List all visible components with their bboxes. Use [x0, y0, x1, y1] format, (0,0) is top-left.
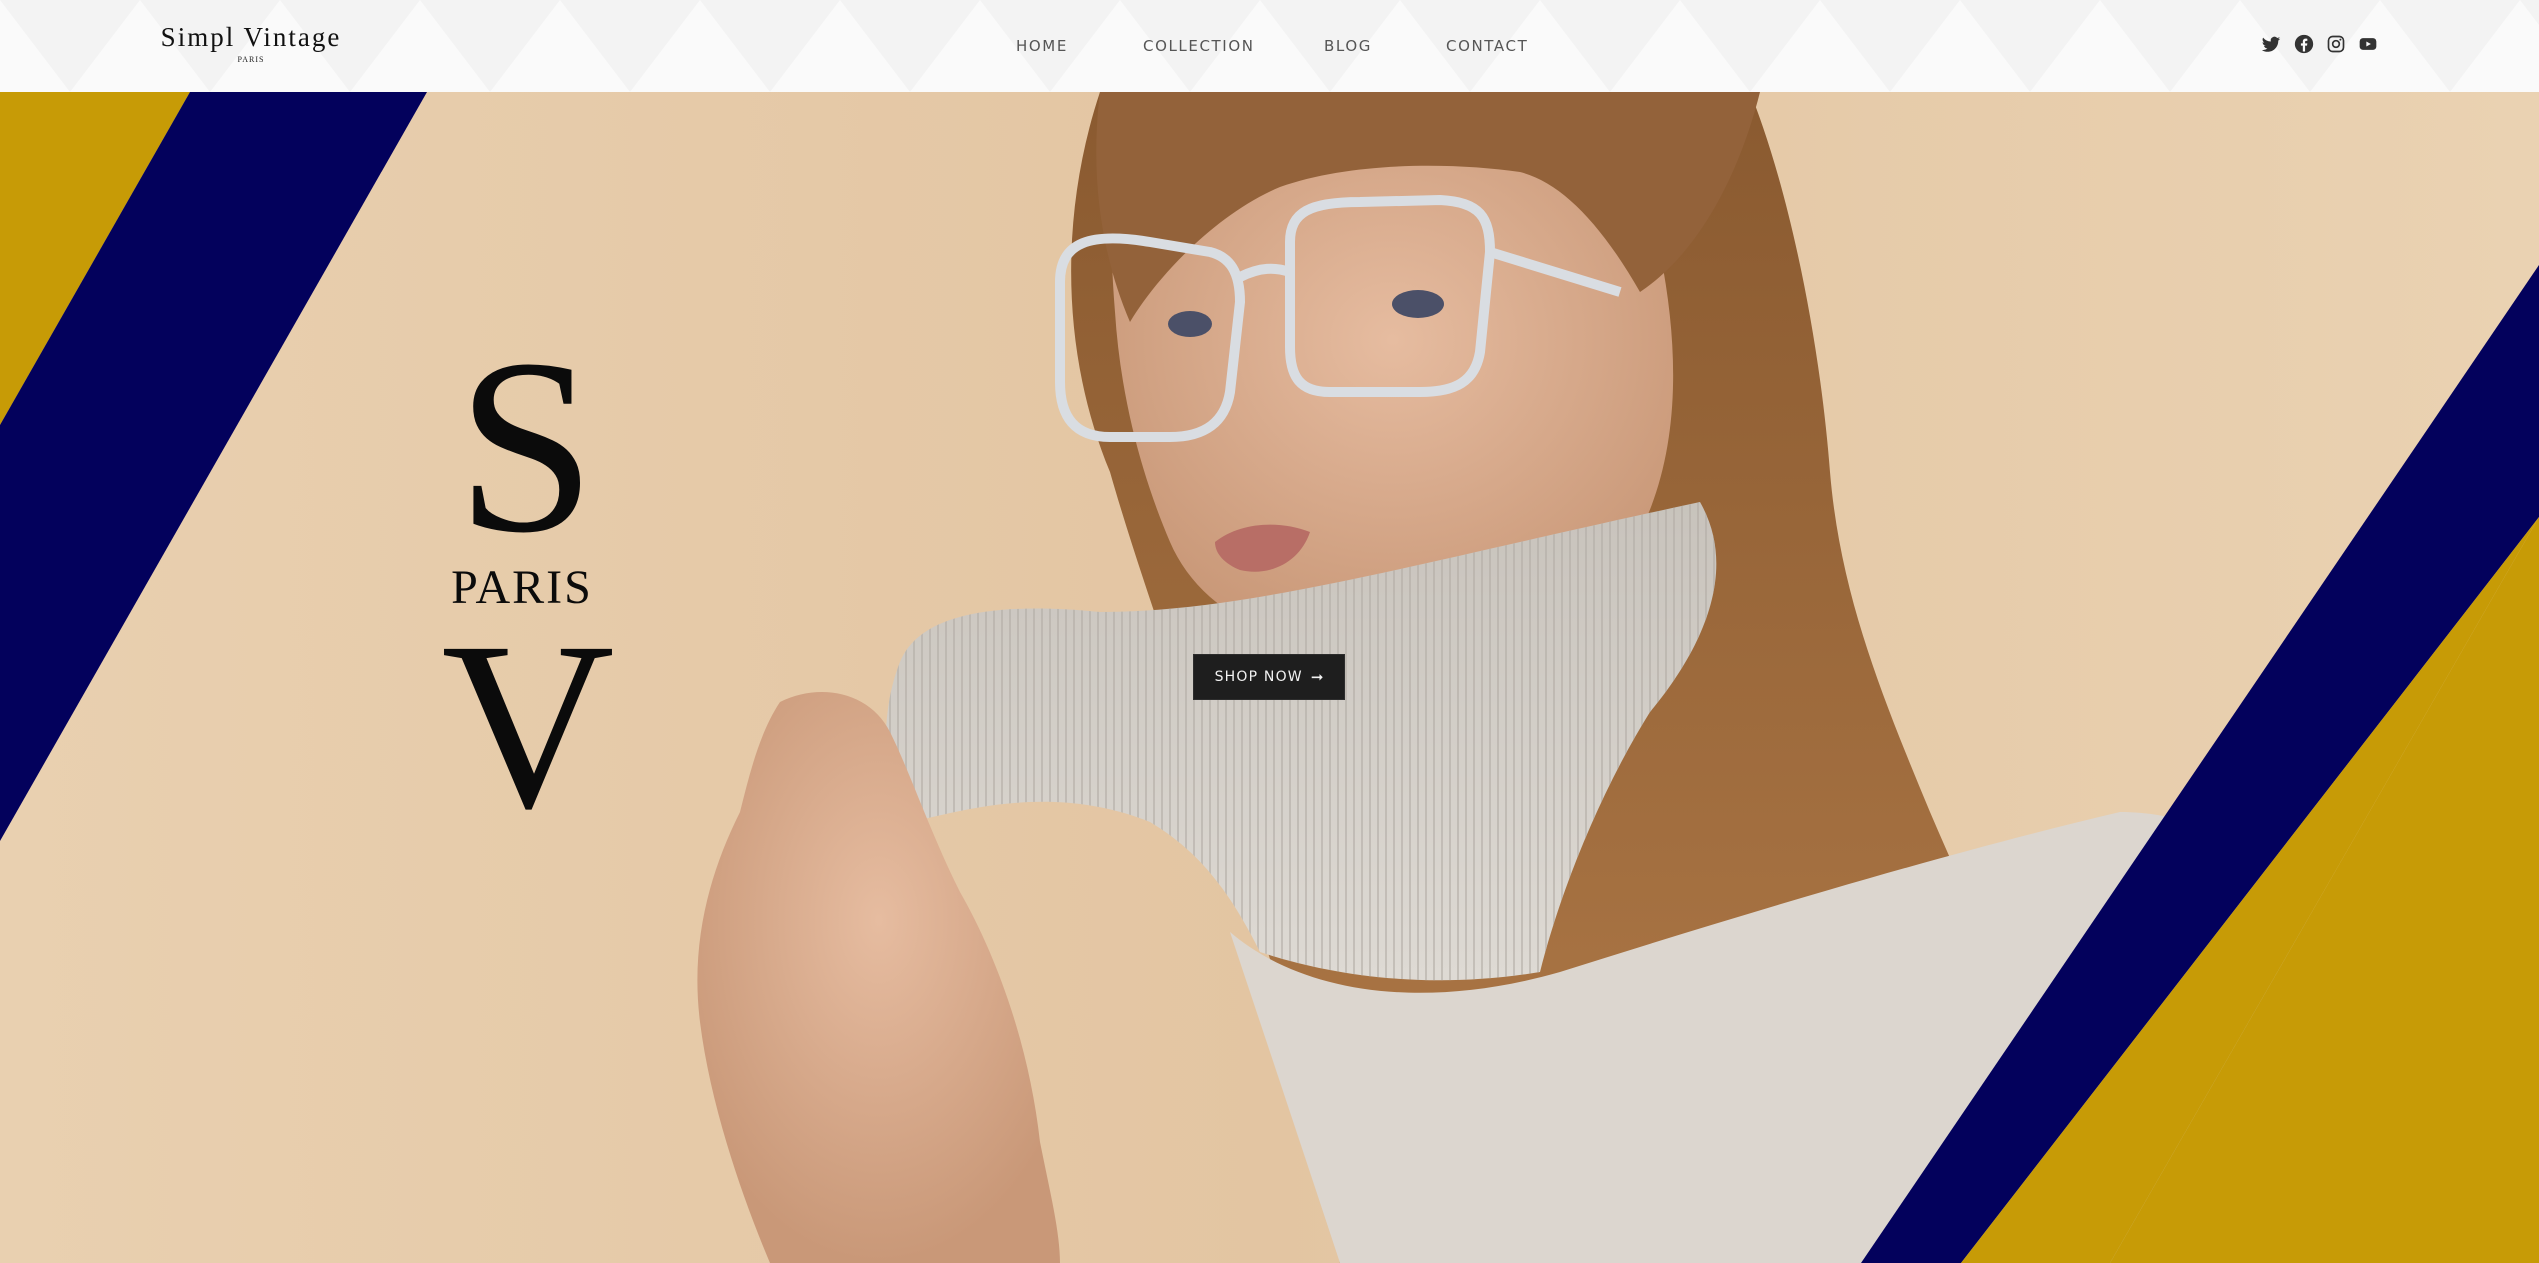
brand-name: Simpl Vintage — [160, 22, 342, 52]
twitter-icon[interactable] — [2261, 34, 2281, 54]
site-header: Simpl Vintage PARIS HOME COLLECTION BLOG… — [0, 0, 2539, 92]
nav-collection[interactable]: COLLECTION — [1143, 36, 1255, 56]
brand-tagline: PARIS — [237, 55, 265, 64]
nav-contact[interactable]: CONTACT — [1446, 36, 1528, 56]
monogram-letter-s: S — [456, 308, 596, 585]
facebook-icon[interactable] — [2294, 34, 2314, 54]
instagram-icon[interactable] — [2326, 34, 2346, 54]
arrow-right-icon: ➞ — [1310, 669, 1324, 686]
shop-now-button[interactable]: SHOP NOW ➞ — [1193, 654, 1345, 700]
sv-monogram: S PARIS V — [430, 322, 630, 846]
youtube-icon[interactable] — [2358, 34, 2378, 54]
nav-home[interactable]: HOME — [1016, 36, 1068, 56]
hero-banner: S PARIS V SHOP NOW ➞ — [0, 92, 2539, 1263]
header-pattern — [0, 0, 2539, 92]
shop-now-label: SHOP NOW — [1214, 669, 1303, 685]
brand-logo[interactable]: Simpl Vintage PARIS — [160, 20, 342, 65]
monogram-letter-v: V — [441, 592, 615, 858]
nav-blog[interactable]: BLOG — [1324, 36, 1372, 56]
